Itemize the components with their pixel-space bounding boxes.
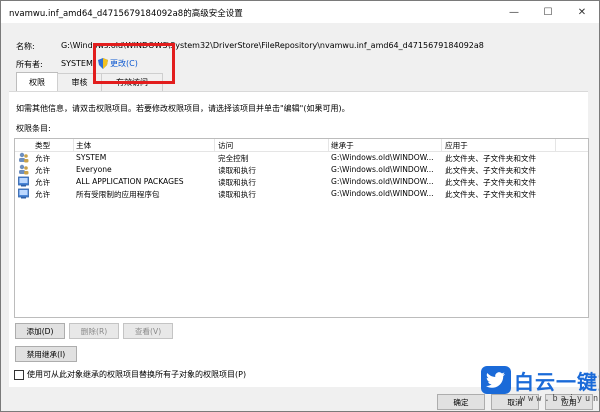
watermark-name: 白云一键重装系统	[514, 370, 599, 394]
row-access: 完全控制	[218, 154, 249, 163]
row-inherited: G:\Windows.old\WINDOW...	[331, 153, 434, 162]
entries-label: 权限条目:	[16, 124, 51, 133]
owner-value: SYSTEM	[61, 59, 93, 68]
minimize-icon: —	[509, 6, 519, 18]
ok-button[interactable]: 确定	[437, 394, 485, 410]
watermark-url: www.baiyunxitong.com	[520, 394, 600, 404]
row-type: 允许	[35, 166, 51, 175]
tab-permissions[interactable]: 权限	[16, 72, 58, 92]
replace-child-permissions-label: 使用可从此对象继承的权限项目替换所有子对象的权限项目(P)	[27, 370, 247, 379]
title-bar: nvamwu.inf_amd64_d4715679184092a8的高级安全设置…	[1, 1, 599, 23]
row-principal: SYSTEM	[76, 153, 107, 162]
close-icon: ✕	[577, 6, 587, 18]
view-button[interactable]: 查看(V)	[123, 323, 173, 339]
add-button[interactable]: 添加(D)	[15, 323, 65, 339]
replace-child-permissions-checkbox[interactable]	[14, 370, 24, 380]
close-button[interactable]: ✕	[565, 1, 599, 23]
list-header: 类型 主体 访问 继承于 应用于	[15, 139, 588, 152]
window-title: nvamwu.inf_amd64_d4715679184092a8的高级安全设置	[9, 9, 243, 19]
row-inherited: G:\Windows.old\WINDOW...	[331, 165, 434, 174]
table-row[interactable]: 允许 Everyone 读取和执行 G:\Windows.old\WINDOW.…	[15, 164, 588, 176]
row-applies: 此文件夹、子文件夹和文件	[445, 154, 537, 163]
col-applies-to[interactable]: 应用于	[445, 140, 468, 151]
row-type: 允许	[35, 178, 51, 187]
col-type[interactable]: 类型	[35, 140, 50, 151]
row-inherited: G:\Windows.old\WINDOW...	[331, 177, 434, 186]
advanced-security-window: nvamwu.inf_amd64_d4715679184092a8的高级安全设置…	[0, 0, 600, 412]
row-principal: Everyone	[76, 165, 112, 174]
row-applies: 此文件夹、子文件夹和文件	[445, 190, 537, 199]
maximize-button[interactable]: ☐	[531, 1, 565, 23]
name-label: 名称:	[16, 42, 35, 51]
table-row[interactable]: 允许 所有受限制的应用程序包 读取和执行 G:\Windows.old\WIND…	[15, 188, 588, 200]
owner-label: 所有者:	[16, 60, 43, 69]
row-access: 读取和执行	[218, 178, 256, 187]
row-applies: 此文件夹、子文件夹和文件	[445, 178, 537, 187]
hint-text: 如需其他信息，请双击权限项目。若要修改权限项目，请选择该项目并单击"编辑"(如果…	[16, 104, 350, 113]
tab-auditing-label: 审核	[71, 78, 88, 87]
permission-entries-list[interactable]: 类型 主体 访问 继承于 应用于 允许 SYSTEM 完全控制 G:\Windo…	[14, 138, 589, 318]
row-principal: 所有受限制的应用程序包	[76, 190, 160, 199]
app-package-icon	[18, 188, 29, 201]
tab-permissions-label: 权限	[29, 78, 45, 87]
row-applies: 此文件夹、子文件夹和文件	[445, 166, 537, 175]
row-principal: ALL APPLICATION PACKAGES	[76, 177, 184, 186]
col-principal[interactable]: 主体	[76, 140, 91, 151]
highlight-box	[93, 43, 175, 84]
col-access[interactable]: 访问	[218, 140, 233, 151]
bird-icon	[481, 366, 511, 394]
col-inherited-from[interactable]: 继承于	[331, 140, 354, 151]
watermark-logo: 白云一键重装系统 www.baiyunxitong.com	[479, 363, 600, 411]
maximize-icon: ☐	[543, 6, 553, 18]
table-row[interactable]: 允许 ALL APPLICATION PACKAGES 读取和执行 G:\Win…	[15, 176, 588, 188]
row-access: 读取和执行	[218, 166, 256, 175]
row-type: 允许	[35, 190, 51, 199]
row-access: 读取和执行	[218, 190, 256, 199]
row-type: 允许	[35, 154, 51, 163]
remove-button[interactable]: 删除(R)	[69, 323, 119, 339]
disable-inheritance-button[interactable]: 禁用继承(I)	[15, 346, 77, 362]
row-inherited: G:\Windows.old\WINDOW...	[331, 189, 434, 198]
table-row[interactable]: 允许 SYSTEM 完全控制 G:\Windows.old\WINDOW... …	[15, 152, 588, 164]
minimize-button[interactable]: —	[497, 1, 531, 23]
